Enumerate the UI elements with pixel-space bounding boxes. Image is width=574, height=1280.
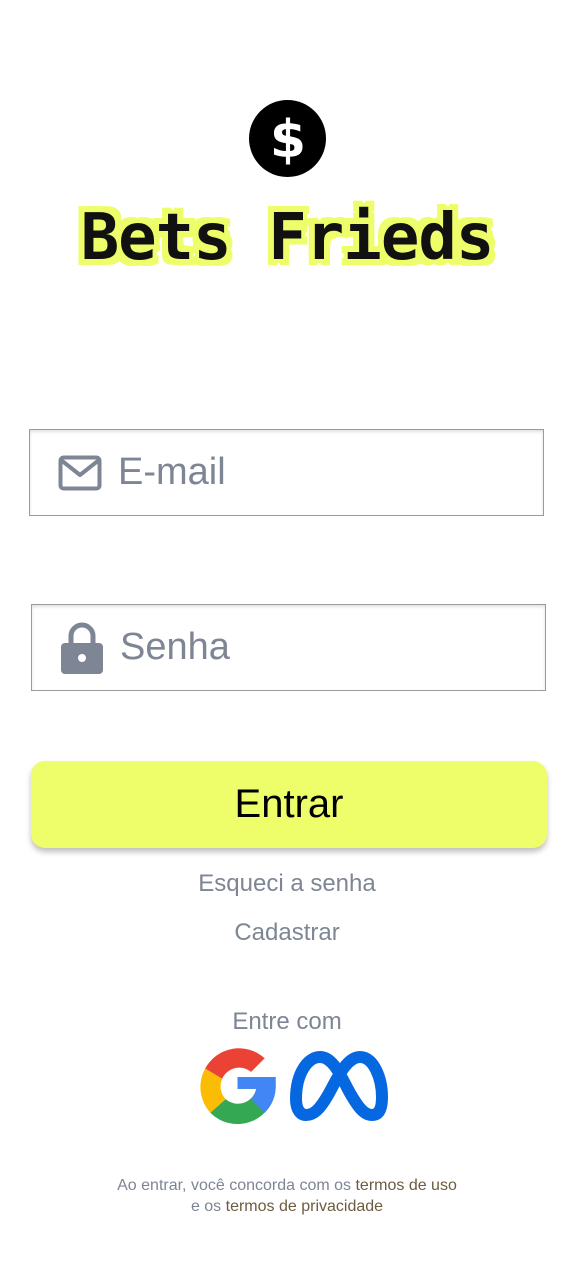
sign-up-link[interactable]: Cadastrar xyxy=(0,919,574,947)
privacy-terms-link[interactable]: termos de privacidade xyxy=(226,1198,383,1215)
social-login-label: Entre com xyxy=(232,1008,342,1035)
envelope-icon xyxy=(56,449,104,497)
password-field[interactable] xyxy=(31,604,546,691)
terms-of-use-link[interactable]: termos de uso xyxy=(355,1177,456,1194)
terms-prefix: Ao entrar, você concorda com os xyxy=(117,1177,356,1194)
forgot-password-link[interactable]: Esqueci a senha xyxy=(0,870,574,898)
terms-middle: e os xyxy=(190,1198,226,1215)
email-input[interactable] xyxy=(118,442,498,503)
lock-icon xyxy=(58,622,106,674)
meta-logo-icon[interactable] xyxy=(288,1043,388,1128)
login-button[interactable]: Entrar xyxy=(31,761,547,848)
google-logo-icon[interactable] xyxy=(195,1043,280,1128)
terms-notice: Ao entrar, você concorda com os termos d… xyxy=(0,1175,574,1217)
password-input[interactable] xyxy=(120,617,500,678)
app-title: Bets Frieds xyxy=(80,201,495,275)
email-field[interactable] xyxy=(29,429,544,516)
svg-text:$: $ xyxy=(269,111,305,167)
dollar-coin-icon: $ xyxy=(249,100,326,177)
